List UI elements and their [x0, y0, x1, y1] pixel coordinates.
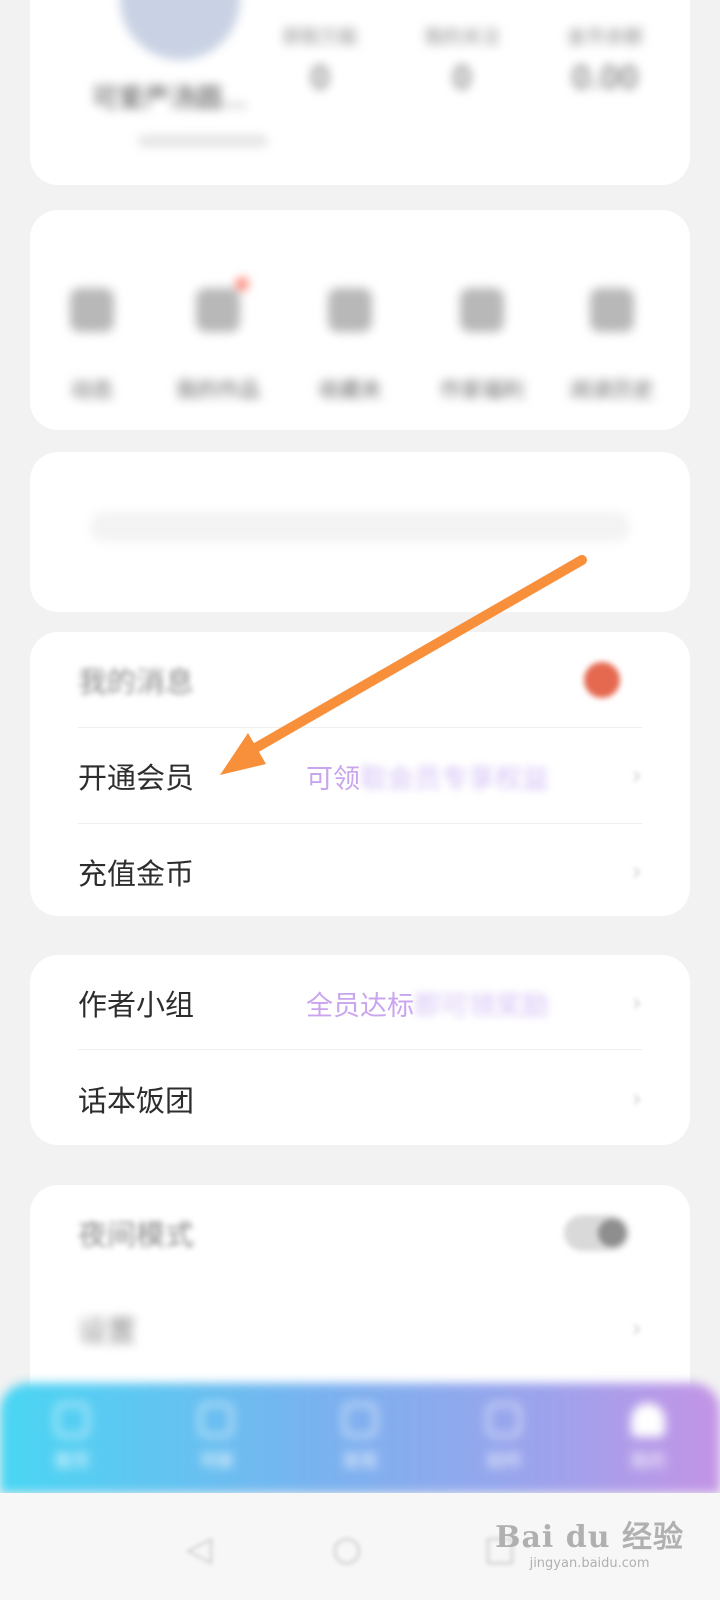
- watermark-brand: Bai du 经验: [495, 1520, 684, 1555]
- func-label: 作家福利: [440, 378, 524, 402]
- row-my-messages[interactable]: 我的消息: [30, 632, 690, 728]
- tab-label: 首页: [54, 1451, 90, 1472]
- stat-1[interactable]: 获取万能 0: [260, 0, 380, 96]
- row-label: 我的消息: [78, 665, 195, 699]
- chevron-right-icon: ›: [631, 761, 642, 791]
- row-label: 夜间模式: [78, 1218, 195, 1252]
- bookshelf-icon: [199, 1403, 233, 1437]
- stat-value: 0.00: [571, 61, 639, 96]
- func-label: 我的作品: [176, 378, 260, 402]
- row-author-group[interactable]: 作者小组 全员达标即可领奖励 ›: [30, 955, 690, 1051]
- gift-icon: [460, 288, 504, 332]
- stat-2[interactable]: 我的关注 0: [402, 0, 522, 96]
- unread-badge: [584, 662, 620, 698]
- bottom-tab-bar: 首页 书架 发现 创作 我的: [0, 1383, 720, 1493]
- profile-subtitle: [138, 135, 268, 147]
- stat-value: 0: [310, 61, 330, 96]
- func-label: 收藏夹: [318, 378, 382, 402]
- back-icon[interactable]: ◁: [186, 1529, 212, 1569]
- row-settings[interactable]: 设置 ›: [30, 1281, 690, 1377]
- night-mode-toggle[interactable]: [564, 1215, 630, 1251]
- tab-label: 我的: [630, 1451, 666, 1472]
- func-label: 阅读历史: [570, 378, 654, 402]
- tab-bookshelf[interactable]: 书架: [144, 1403, 288, 1473]
- row-night-mode[interactable]: 夜间模式: [30, 1185, 690, 1281]
- func-trends[interactable]: 动态: [30, 260, 154, 404]
- username[interactable]: 可爱严汤圆...: [92, 78, 247, 115]
- stat-label: 获取万能: [281, 26, 358, 48]
- row-label: 充值金币: [78, 857, 195, 891]
- baidu-jingyan-watermark: Bai du 经验 jingyan.baidu.com: [495, 1512, 684, 1571]
- row-label: 设置: [78, 1314, 137, 1348]
- tab-label: 书架: [198, 1451, 234, 1472]
- tab-mine[interactable]: 我的: [576, 1403, 720, 1473]
- pen-icon: [487, 1403, 521, 1437]
- row-huaben-group[interactable]: 话本饭团 ›: [30, 1051, 690, 1145]
- row-label: 话本饭团: [78, 1084, 195, 1118]
- menu-group-account: 我的消息 开通会员 可领取会员专享权益 › 充值金币 ›: [30, 632, 690, 916]
- chevron-right-icon: ›: [631, 1084, 642, 1114]
- discover-icon: [343, 1403, 377, 1437]
- profile-card: 可爱严汤圆... 获取万能 0 我的关注 0 金币余额 0.00: [30, 0, 690, 185]
- home-icon: [55, 1403, 89, 1437]
- pen-icon: [70, 288, 114, 332]
- row-hint: 可领取会员专享权益: [306, 763, 549, 795]
- history-icon: [590, 288, 634, 332]
- func-works[interactable]: 我的作品: [156, 260, 280, 404]
- func-label: 动态: [71, 378, 113, 402]
- user-icon: [631, 1403, 665, 1437]
- chevron-right-icon: ›: [631, 988, 642, 1018]
- row-recharge-coins[interactable]: 充值金币 ›: [30, 824, 690, 916]
- tab-home[interactable]: 首页: [0, 1403, 144, 1473]
- promo-banner[interactable]: [30, 452, 690, 612]
- stat-3[interactable]: 金币余额 0.00: [545, 0, 665, 96]
- collection-icon: [328, 288, 372, 332]
- row-hint: 全员达标即可领奖励: [306, 990, 549, 1022]
- function-grid: 动态 我的作品 收藏夹 作家福利 阅读历史: [30, 210, 690, 430]
- tab-label: 发现: [342, 1451, 378, 1472]
- tab-create[interactable]: 创作: [432, 1403, 576, 1473]
- book-icon: [196, 278, 248, 332]
- chevron-right-icon: ›: [631, 857, 642, 887]
- stat-value: 0: [452, 61, 472, 96]
- func-history[interactable]: 阅读历史: [550, 260, 674, 404]
- home-button-icon[interactable]: ○: [332, 1529, 362, 1569]
- func-welfare[interactable]: 作家福利: [420, 260, 544, 404]
- tab-discover[interactable]: 发现: [288, 1403, 432, 1473]
- chevron-right-icon: ›: [631, 1314, 642, 1344]
- divider: [78, 1049, 642, 1050]
- avatar[interactable]: [120, 0, 240, 60]
- watermark-url: jingyan.baidu.com: [529, 1556, 650, 1571]
- row-open-vip[interactable]: 开通会员 可领取会员专享权益 ›: [30, 728, 690, 824]
- menu-group-community: 作者小组 全员达标即可领奖励 › 话本饭团 ›: [30, 955, 690, 1145]
- banner-content: [90, 512, 630, 542]
- stat-label: 我的关注: [423, 26, 500, 48]
- tab-label: 创作: [486, 1451, 522, 1472]
- row-label: 开通会员: [78, 761, 195, 795]
- row-label: 作者小组: [78, 988, 195, 1022]
- func-collection[interactable]: 收藏夹: [288, 260, 412, 404]
- new-dot: [236, 278, 248, 290]
- stat-label: 金币余额: [566, 26, 643, 48]
